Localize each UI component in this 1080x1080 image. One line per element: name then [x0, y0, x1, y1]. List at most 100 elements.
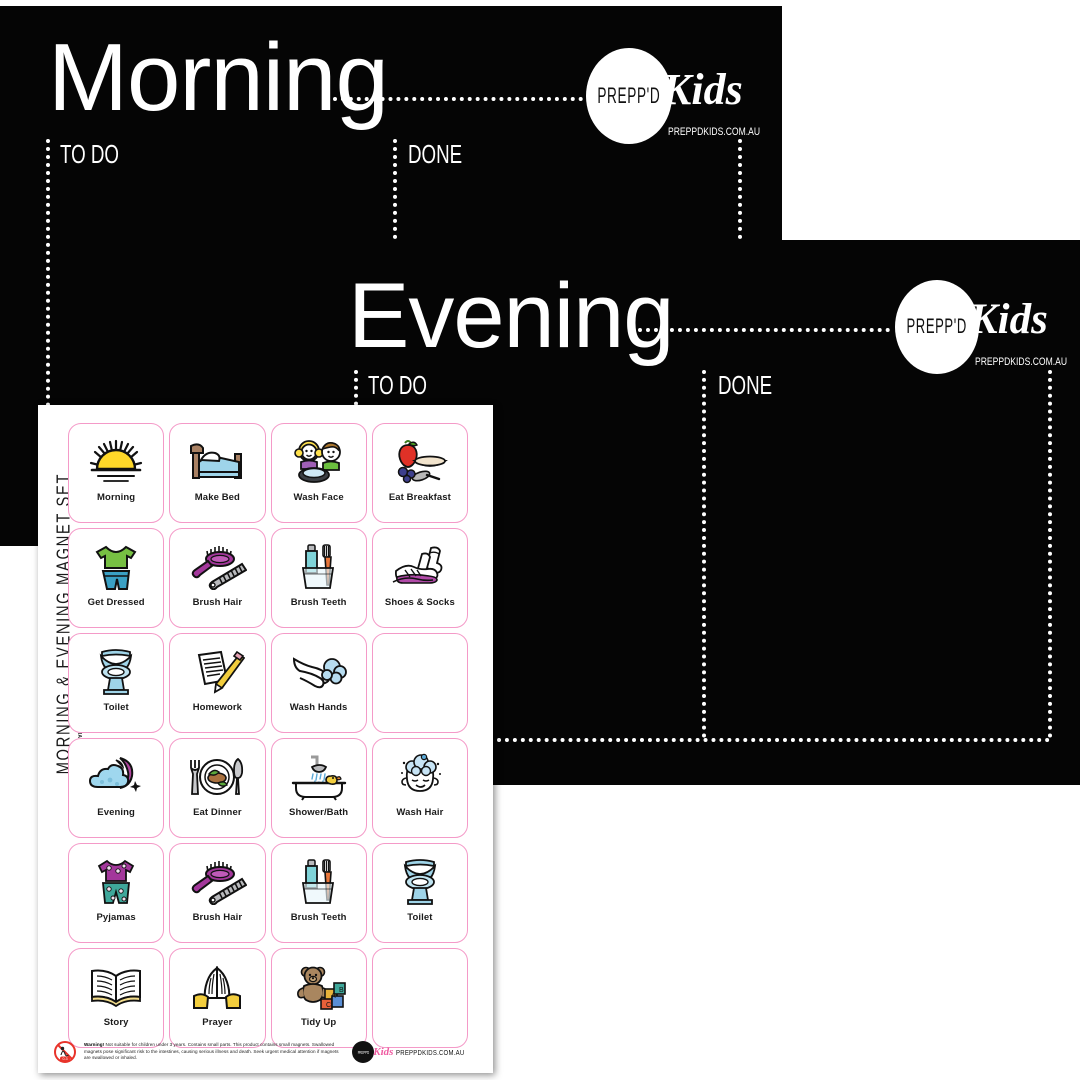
- magnet-card-label: Shoes & Socks: [384, 597, 455, 608]
- evening-frame-divider: [702, 370, 706, 738]
- magnet-card-grid: Morning Make Bed Wash Face Eat Breakfast…: [68, 423, 468, 1048]
- moon-cloud-icon: [69, 748, 163, 806]
- bed-icon: [170, 433, 264, 491]
- logo-mark-text: PREPP'D: [597, 83, 661, 108]
- magnet-card-label: Make Bed: [194, 492, 240, 503]
- magnet-card-label: Wash Face: [293, 492, 344, 503]
- magnet-sticker-sheet[interactable]: MORNING & EVENING MAGNET SET DESIGNED IN…: [38, 405, 493, 1073]
- magnet-card[interactable]: Eat Dinner: [169, 738, 266, 838]
- logo-circle: PREPP'D: [586, 48, 672, 144]
- magnet-card[interactable]: Toilet: [68, 633, 165, 733]
- magnet-card[interactable]: Evening: [68, 738, 165, 838]
- teddy-blocks-icon: A B C: [272, 958, 366, 1016]
- evening-frame-right: [1048, 370, 1052, 738]
- magnet-card[interactable]: Wash Hands: [270, 633, 367, 733]
- evening-board-logo: PREPP'D Kids PREPPDKIDS.COM.AU: [895, 280, 1067, 376]
- evening-todo-label: TO DO: [368, 370, 427, 400]
- footer-logo-url: PREPPDKIDS.COM.AU: [396, 1047, 465, 1057]
- footer-logo-wordmark: Kids: [373, 1046, 394, 1058]
- logo-url: PREPPDKIDS.COM.AU: [668, 126, 761, 138]
- praying-hands-icon: [170, 958, 264, 1016]
- title-connector-dots: [630, 328, 890, 332]
- magnet-card[interactable]: Shower/Bath: [270, 738, 367, 838]
- magnet-card[interactable]: Story: [68, 948, 165, 1048]
- svg-text:B: B: [339, 987, 344, 994]
- morning-board-title: Morning: [48, 24, 389, 131]
- logo-circle: PREPP'D: [895, 280, 979, 374]
- magnet-card[interactable]: Brush Teeth: [270, 843, 367, 943]
- magnet-card[interactable]: A B C Tidy Up: [270, 948, 367, 1048]
- magnet-card[interactable]: Prayer: [169, 948, 266, 1048]
- magnet-card-label: Homework: [192, 702, 243, 713]
- magnet-card-label: Tidy Up: [300, 1017, 337, 1028]
- magnet-card-blank[interactable]: [371, 633, 468, 733]
- magnet-card-label: Brush Hair: [192, 912, 243, 923]
- warning-body: Not suitable for children under 3 years.…: [84, 1042, 339, 1061]
- toilet-icon: [69, 643, 163, 701]
- magnet-card[interactable]: Morning: [68, 423, 165, 523]
- toothbrush-cup-icon: [272, 538, 366, 596]
- magnet-card[interactable]: Toilet: [371, 843, 468, 943]
- magnet-card[interactable]: Get Dressed: [68, 528, 165, 628]
- children-washing-face-icon: [272, 433, 366, 491]
- sun-icon: [69, 433, 163, 491]
- paper-pencil-icon: [170, 643, 264, 701]
- magnet-card-label: Shower/Bath: [289, 807, 349, 818]
- magnet-card[interactable]: Shoes & Socks: [371, 528, 468, 628]
- tshirt-shorts-icon: [69, 538, 163, 596]
- magnet-card-label: Evening: [97, 807, 135, 818]
- magnet-card-blank[interactable]: [371, 948, 468, 1048]
- dinner-plate-icon: [170, 748, 264, 806]
- magnet-card[interactable]: Eat Breakfast: [371, 423, 468, 523]
- morning-board-logo: PREPP'D Kids PREPPDKIDS.COM.AU: [586, 48, 760, 144]
- open-book-icon: [69, 958, 163, 1016]
- logo-mark-text: PREPP'D: [906, 315, 968, 338]
- magnet-card[interactable]: Make Bed: [169, 423, 266, 523]
- shoes-socks-icon: [373, 538, 467, 596]
- magnet-card-label: Get Dressed: [87, 597, 145, 608]
- magnet-card-label: Eat Dinner: [193, 807, 242, 818]
- magnet-card[interactable]: Brush Hair: [169, 843, 266, 943]
- magnet-card-label: Prayer: [202, 1017, 233, 1028]
- magnet-card[interactable]: Brush Hair: [169, 528, 266, 628]
- bathtub-shower-icon: [272, 748, 366, 806]
- age-warning-icon: 0-3: [54, 1041, 76, 1063]
- svg-text:C: C: [326, 1002, 331, 1009]
- magnet-card-label: Pyjamas: [96, 912, 136, 923]
- warning-text: Warning! Not suitable for children under…: [84, 1042, 346, 1062]
- morning-done-label: DONE: [408, 139, 463, 169]
- magnet-card-label: Toilet: [407, 912, 433, 923]
- magnet-card[interactable]: Wash Hair: [371, 738, 468, 838]
- magnet-card-label: Story: [103, 1017, 129, 1028]
- logo-wordmark: Kids: [662, 65, 743, 114]
- hair-suds-icon: [373, 748, 467, 806]
- toilet-icon: [373, 853, 467, 911]
- title-connector-dots: [333, 97, 583, 101]
- toothbrush-cup-icon: [272, 853, 366, 911]
- magnet-card-label: Eat Breakfast: [388, 492, 451, 503]
- magnet-card[interactable]: Pyjamas: [68, 843, 165, 943]
- logo-url: PREPPDKIDS.COM.AU: [975, 356, 1068, 368]
- magnet-card-label: Morning: [97, 492, 136, 503]
- evening-board-title: Evening: [348, 265, 674, 367]
- footer-logo-circle: PREPP'D: [352, 1041, 375, 1063]
- magnet-card[interactable]: Wash Face: [270, 423, 367, 523]
- magnet-card-label: Brush Hair: [192, 597, 243, 608]
- footer-logo-mark: PREPP'D: [357, 1049, 369, 1055]
- morning-todo-label: TO DO: [60, 139, 119, 169]
- svg-text:0-3: 0-3: [62, 1057, 67, 1061]
- magnet-card[interactable]: Homework: [169, 633, 266, 733]
- washing-hands-icon: [272, 643, 366, 701]
- magnet-card[interactable]: Brush Teeth: [270, 528, 367, 628]
- magnet-sheet-footer: 0-3 Warning! Not suitable for children u…: [52, 1037, 482, 1067]
- warning-heading: Warning!: [84, 1042, 105, 1048]
- magnet-card-label: Wash Hair: [396, 807, 444, 818]
- evening-done-label: DONE: [718, 370, 773, 400]
- hairbrush-comb-icon: [170, 538, 264, 596]
- pyjamas-icon: [69, 853, 163, 911]
- cereal-bowl-apple-icon: [373, 433, 467, 491]
- logo-wordmark: Kids: [969, 296, 1048, 343]
- magnet-card-label: Brush Teeth: [290, 597, 347, 608]
- magnet-card-label: Toilet: [103, 702, 129, 713]
- magnet-card-label: Wash Hands: [289, 702, 348, 713]
